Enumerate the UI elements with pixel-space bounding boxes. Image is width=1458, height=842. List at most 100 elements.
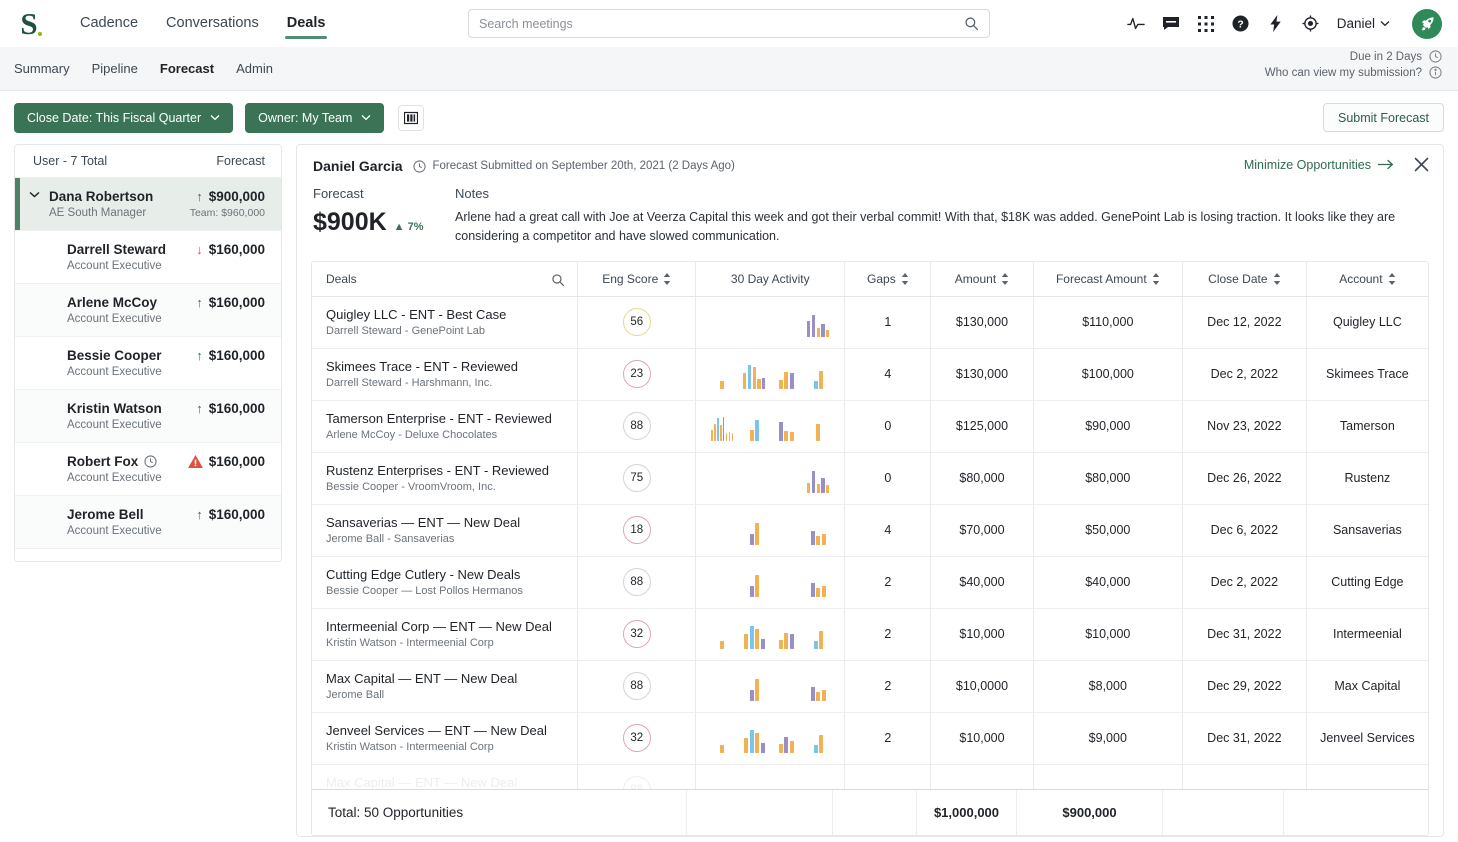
column-header-amount[interactable]: Amount <box>930 261 1034 297</box>
nav-link-conversations[interactable]: Conversations <box>166 0 259 47</box>
due-date-row: Due in 2 Days <box>1350 50 1442 63</box>
visibility-row[interactable]: Who can view my submission? <box>1265 66 1442 79</box>
chevron-down-icon <box>210 114 220 121</box>
table-row[interactable]: Skimees Trace - ENT - Reviewed Darrell St… <box>312 348 1428 401</box>
activity-sparkline <box>700 515 840 546</box>
gaps-cell: 0 <box>844 400 932 453</box>
column-header-account-label: Account <box>1339 271 1383 286</box>
activity-icon[interactable] <box>1126 15 1145 33</box>
sidebar-header: User - 7 Total Forecast <box>15 145 281 178</box>
trend-up-icon: ↑ <box>196 401 203 416</box>
activity-cell <box>695 712 846 765</box>
sidebar-item-member[interactable]: Arlene McCoy Account Executive ↑ $160,00… <box>15 284 281 337</box>
forecast-amount-cell: $10,000 <box>1033 608 1183 661</box>
member-amount: $160,000 <box>208 401 265 416</box>
close-date-cell: Dec 26, 2022 <box>1182 452 1307 505</box>
notes-label: Notes <box>455 186 489 201</box>
table-row[interactable]: Tamerson Enterprise - ENT - Reviewed Arle… <box>312 400 1428 453</box>
deal-subtitle: Jerome Ball - Sansaverias <box>326 533 455 546</box>
sidebar-item-member[interactable]: Darrell Steward Account Executive ↓ $160… <box>15 231 281 284</box>
activity-sparkline <box>700 619 840 650</box>
member-name: Kristin Watson <box>67 401 162 416</box>
help-icon[interactable]: ? <box>1232 15 1250 33</box>
bolt-icon[interactable] <box>1267 15 1285 33</box>
deal-cell[interactable]: Max Capital — ENT — New Deal Jerome Ball <box>312 660 579 713</box>
table-body: Quigley LLC - ENT - Best Case Darrell Ste… <box>312 296 1428 817</box>
subnav-link-summary[interactable]: Summary <box>14 61 70 76</box>
eng-score-cell: 32 <box>577 608 697 661</box>
subnav-link-admin[interactable]: Admin <box>236 61 273 76</box>
trend-up-icon: ↑ <box>196 295 203 310</box>
activity-cell <box>695 504 846 557</box>
minimize-opportunities-link[interactable]: Minimize Opportunities <box>1244 158 1394 172</box>
column-header-account[interactable]: Account <box>1306 261 1428 297</box>
table-row[interactable]: Cutting Edge Cutlery - New Deals Bessie C… <box>312 556 1428 609</box>
subnav-link-forecast[interactable]: Forecast <box>160 61 214 76</box>
due-date-label: Due in 2 Days <box>1349 50 1422 63</box>
target-icon[interactable] <box>1302 15 1320 33</box>
main-content-area: User - 7 Total Forecast Dana Robertson A… <box>0 144 1458 837</box>
forecast-amount-cell: $9,000 <box>1033 712 1183 765</box>
member-role: Account Executive <box>67 525 162 537</box>
deal-cell[interactable]: Intermeenial Corp — ENT — New Deal Kristi… <box>312 608 579 661</box>
deal-subtitle: Arlene McCoy - Deluxe Chocolates <box>326 429 498 442</box>
close-date-filter-button[interactable]: Close Date: This Fiscal Quarter <box>14 102 234 133</box>
table-row[interactable]: Intermeenial Corp — ENT — New Deal Kristi… <box>312 608 1428 661</box>
forecast-value-block: Forecast $900K ▲ 7% <box>313 186 455 247</box>
deal-cell[interactable]: Sansaverias — ENT — New Deal Jerome Ball … <box>312 504 579 557</box>
chat-icon[interactable] <box>1162 15 1180 33</box>
member-amount: $160,000 <box>208 454 265 469</box>
eng-score-badge: 56 <box>622 308 651 337</box>
table-row[interactable]: Sansaverias — ENT — New Deal Jerome Ball … <box>312 504 1428 557</box>
nav-link-deals[interactable]: Deals <box>284 0 328 47</box>
nav-link-cadence[interactable]: Cadence <box>80 0 138 47</box>
owner-filter-button[interactable]: Owner: My Team <box>245 102 385 133</box>
deal-cell[interactable]: Cutting Edge Cutlery - New Deals Bessie C… <box>312 556 579 609</box>
deal-cell[interactable]: Tamerson Enterprise - ENT - Reviewed Arle… <box>312 400 579 453</box>
deal-cell[interactable]: Rustenz Enterprises - ENT - Reviewed Bess… <box>312 452 579 505</box>
deal-cell[interactable]: Quigley LLC - ENT - Best Case Darrell Ste… <box>312 296 579 349</box>
sidebar-item-member[interactable]: Jerome Bell Account Executive ↑ $160,000 <box>15 496 281 549</box>
account-cell: Skimees Trace <box>1306 348 1428 401</box>
column-header-close-date[interactable]: Close Date <box>1182 261 1307 297</box>
table-row[interactable]: Jenveel Services — ENT — New Deal Kristin… <box>312 712 1428 765</box>
chevron-down-icon[interactable] <box>29 191 43 198</box>
close-icon[interactable] <box>1414 157 1429 172</box>
table-row[interactable]: Quigley LLC - ENT - Best Case Darrell Ste… <box>312 296 1428 349</box>
deal-title: Max Capital — ENT — New Deal <box>326 775 518 791</box>
activity-cell <box>695 452 846 505</box>
amount-cell: $70,000 <box>930 504 1034 557</box>
dialpad-icon[interactable] <box>1197 15 1215 33</box>
deal-cell[interactable]: Skimees Trace - ENT - Reviewed Darrell St… <box>312 348 579 401</box>
table-row[interactable]: Rustenz Enterprises - ENT - Reviewed Bess… <box>312 452 1428 505</box>
column-header-forecast-amount[interactable]: Forecast Amount <box>1033 261 1183 297</box>
avatar[interactable] <box>1412 8 1442 39</box>
sidebar-item-member[interactable]: Kristin Watson Account Executive ↑ $160,… <box>15 390 281 443</box>
deals-table-container: Deals Eng Score 30 Day Activity Gaps Amo… <box>311 260 1429 836</box>
clock-icon[interactable] <box>144 455 157 468</box>
column-header-gaps[interactable]: Gaps <box>844 261 932 297</box>
deal-subtitle: Kristin Watson - Intermeenial Corp <box>326 637 494 650</box>
close-date-filter-label: Close Date: This Fiscal Quarter <box>27 110 202 125</box>
close-date-cell: Dec 31, 2022 <box>1182 608 1307 661</box>
columns-settings-button[interactable] <box>398 104 425 131</box>
sidebar-item-member[interactable]: Bessie Cooper Account Executive ↑ $160,0… <box>15 337 281 390</box>
sidebar-item-member[interactable]: Robert Fox Account Executive $160,000 <box>15 443 281 496</box>
activity-sparkline <box>700 567 840 598</box>
app-logo[interactable]: S <box>14 7 48 41</box>
info-icon[interactable] <box>1429 66 1442 79</box>
subnav-link-pipeline[interactable]: Pipeline <box>92 61 138 76</box>
search-container[interactable] <box>468 9 990 38</box>
search-input[interactable] <box>479 16 964 31</box>
member-role: Account Executive <box>67 419 162 431</box>
primary-nav: Cadence Conversations Deals <box>80 0 328 47</box>
user-menu[interactable]: Daniel <box>1337 16 1390 31</box>
column-header-eng-score[interactable]: Eng Score <box>577 261 697 297</box>
submit-forecast-button[interactable]: Submit Forecast <box>1322 103 1444 132</box>
deal-cell[interactable]: Jenveel Services — ENT — New Deal Kristin… <box>312 712 579 765</box>
column-header-deals[interactable]: Deals <box>312 261 579 297</box>
deals-search-icon[interactable] <box>551 273 565 287</box>
manager-team-total: Team: $960,000 <box>189 207 265 219</box>
table-row[interactable]: Max Capital — ENT — New Deal Jerome Ball 8… <box>312 660 1428 713</box>
sidebar-item-manager[interactable]: Dana Robertson AE South Manager ↑ $900,0… <box>15 178 281 231</box>
